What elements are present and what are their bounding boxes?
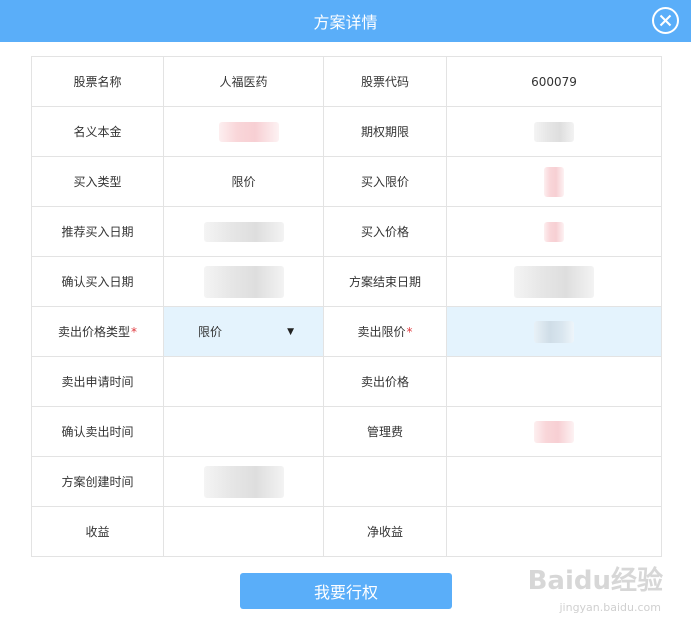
exercise-button[interactable]: 我要行权	[240, 573, 452, 609]
confirm-sell-time-label: 确认卖出时间	[31, 406, 164, 457]
table-row: 确认买入日期 方案结束日期	[31, 256, 662, 307]
sell-limit-price-label: 卖出限价*	[323, 306, 447, 357]
notional-principal-value	[163, 106, 324, 157]
confirm-buy-date-value	[163, 256, 324, 307]
option-term-label: 期权期限	[323, 106, 447, 157]
sell-price-type-text: 卖出价格类型	[57, 325, 130, 339]
profit-label: 收益	[31, 506, 164, 557]
stock-code-value: 600079	[446, 56, 662, 107]
table-row: 卖出申请时间 卖出价格	[31, 356, 662, 407]
sell-request-time-label: 卖出申请时间	[31, 356, 164, 407]
sell-price-label: 卖出价格	[323, 356, 447, 407]
empty-cell	[323, 456, 447, 507]
detail-table: 股票名称 人福医药 股票代码 600079 名义本金 期权期限 买入类型 限价 …	[31, 56, 662, 557]
sell-price-value	[446, 356, 662, 407]
watermark-logo: Baidu经验	[527, 566, 663, 596]
sell-price-type-select[interactable]: 限价 ▼	[198, 323, 294, 340]
redacted-value	[514, 265, 594, 298]
buy-limit-price-value	[446, 156, 662, 207]
recommended-buy-date-value	[163, 206, 324, 257]
plan-end-date-label: 方案结束日期	[323, 256, 447, 307]
buy-limit-price-label: 买入限价	[323, 156, 447, 207]
required-mark: *	[406, 325, 413, 339]
recommended-buy-date-label: 推荐买入日期	[31, 206, 164, 257]
plan-created-time-value	[163, 456, 324, 507]
plan-detail-dialog: 方案详情 股票名称 人福医药 股票代码 600079 名义本金 期权期限 买入类…	[0, 0, 691, 637]
table-row: 名义本金 期权期限	[31, 106, 662, 157]
sell-price-type-label: 卖出价格类型*	[31, 306, 164, 357]
redacted-value	[203, 221, 284, 242]
redacted-value	[218, 121, 279, 142]
redacted-value	[534, 121, 574, 142]
sell-price-type-selected: 限价	[198, 325, 223, 339]
sell-limit-price-text: 卖出限价	[357, 325, 406, 339]
stock-name-value: 人福医药	[163, 56, 324, 107]
empty-cell	[446, 456, 662, 507]
dialog-header: 方案详情	[0, 0, 691, 42]
table-row: 买入类型 限价 买入限价	[31, 156, 662, 207]
profit-value	[163, 506, 324, 557]
table-row: 卖出价格类型* 限价 ▼ 卖出限价*	[31, 306, 662, 357]
sell-request-time-value	[163, 356, 324, 407]
table-row: 股票名称 人福医药 股票代码 600079	[31, 56, 662, 107]
net-profit-value	[446, 506, 662, 557]
buy-type-label: 买入类型	[31, 156, 164, 207]
table-row: 推荐买入日期 买入价格	[31, 206, 662, 257]
net-profit-label: 净收益	[323, 506, 447, 557]
notional-principal-label: 名义本金	[31, 106, 164, 157]
stock-name-label: 股票名称	[31, 56, 164, 107]
buy-type-value: 限价	[163, 156, 324, 207]
table-row: 方案创建时间	[31, 456, 662, 507]
plan-created-time-label: 方案创建时间	[31, 456, 164, 507]
sell-limit-price-input[interactable]	[446, 306, 662, 357]
stock-code-label: 股票代码	[323, 56, 447, 107]
table-row: 收益 净收益	[31, 506, 662, 557]
redacted-value	[203, 265, 284, 298]
redacted-value	[534, 420, 574, 443]
redacted-value	[544, 221, 564, 242]
management-fee-label: 管理费	[323, 406, 447, 457]
plan-end-date-value	[446, 256, 662, 307]
caret-down-icon: ▼	[287, 326, 294, 337]
table-row: 确认卖出时间 管理费	[31, 406, 662, 457]
confirm-sell-time-value	[163, 406, 324, 457]
watermark-url: jingyan.baidu.com	[559, 601, 661, 614]
buy-price-label: 买入价格	[323, 206, 447, 257]
close-icon	[659, 14, 672, 27]
detail-table-wrapper: 股票名称 人福医药 股票代码 600079 名义本金 期权期限 买入类型 限价 …	[31, 56, 662, 557]
required-mark: *	[131, 325, 137, 339]
sell-price-type-cell: 限价 ▼	[163, 306, 324, 357]
redacted-value	[544, 166, 564, 197]
confirm-buy-date-label: 确认买入日期	[31, 256, 164, 307]
option-term-value	[446, 106, 662, 157]
close-button[interactable]	[652, 7, 679, 34]
redacted-value	[534, 320, 574, 343]
redacted-value	[203, 465, 284, 498]
buy-price-value	[446, 206, 662, 257]
dialog-title: 方案详情	[313, 13, 378, 32]
management-fee-value	[446, 406, 662, 457]
